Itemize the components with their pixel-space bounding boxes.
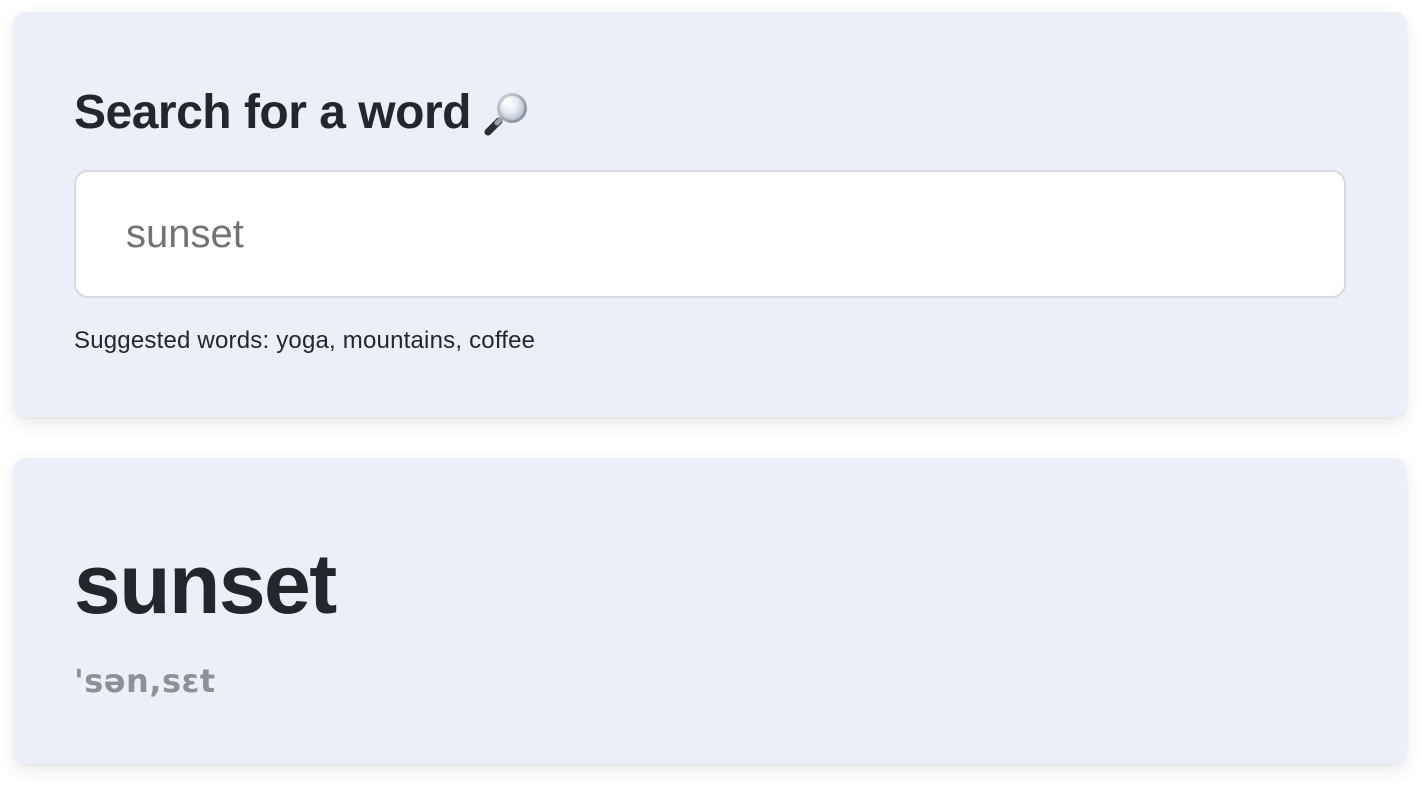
word-phonetic: 'sən,sɛt [74,662,216,700]
word-title: sunset [74,537,337,631]
suggested-word-coffee[interactable]: coffee [469,327,535,354]
suggestions-label: Suggested words: [74,327,270,354]
word-result-card: sunset 'sən,sɛt [14,458,1406,764]
search-card: Search for a word sunset Suggested words… [14,12,1406,417]
suggested-word-yoga[interactable]: yoga [276,327,329,354]
suggested-word-mountains[interactable]: mountains [343,327,456,354]
search-heading-text: Search for a word [74,86,471,139]
magnifying-glass-icon [483,89,531,137]
search-input[interactable] [74,170,1346,298]
suggested-words: Suggested words: yoga, mountains, coffee [74,327,536,354]
search-heading: Search for a word [74,84,531,142]
